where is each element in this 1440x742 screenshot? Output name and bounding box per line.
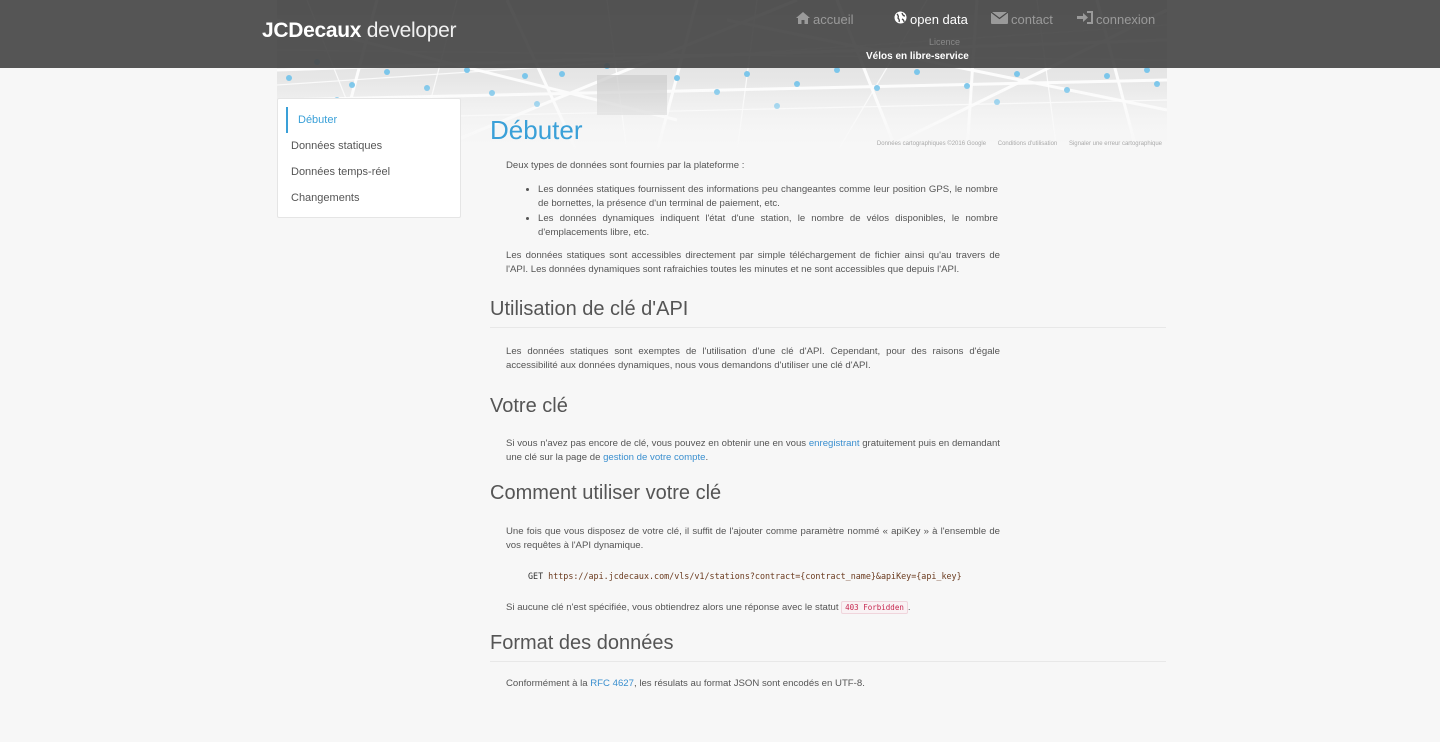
rfc-4627-link[interactable]: RFC 4627 bbox=[590, 678, 634, 689]
submenu-velos-libre-service[interactable]: Vélos en libre-service bbox=[866, 51, 969, 62]
heading-votre-cle: Votre clé bbox=[490, 394, 568, 417]
format-text-2: , les résulats au format JSON sont encod… bbox=[633, 678, 865, 689]
globe-icon bbox=[894, 11, 907, 27]
nav-accueil-label: accueil bbox=[813, 11, 854, 27]
brand-bold: JCDecaux bbox=[262, 19, 362, 42]
votre-cle-text-1: Si vous n'avez pas encore de clé, vous p… bbox=[506, 437, 809, 449]
list-item: Les données statiques fournissent des in… bbox=[538, 183, 998, 212]
nav-connexion-label: connexion bbox=[1096, 11, 1156, 27]
sidebar-item-donnees-statiques[interactable]: Données statiques bbox=[278, 133, 460, 159]
no-key-text-1: Si aucune clé n'est spécifiée, vous obti… bbox=[506, 601, 842, 613]
home-icon bbox=[796, 11, 810, 27]
data-types-list: Les données statiques fournissent des in… bbox=[538, 183, 998, 241]
access-text: Les données statiques sont accessibles d… bbox=[506, 249, 1000, 276]
nav-accueil[interactable]: accueil bbox=[796, 10, 853, 28]
code-method: GET bbox=[528, 570, 549, 581]
nav-open-data[interactable]: open data bbox=[894, 10, 968, 28]
heading-comment-utiliser: Comment utiliser votre clé bbox=[490, 481, 722, 504]
status-403-code: 403 Forbidden bbox=[841, 600, 908, 614]
comment-text: Une fois que vous disposez de votre clé,… bbox=[506, 525, 1000, 552]
brand-logo[interactable]: JCDecaux developer bbox=[262, 19, 457, 43]
no-key-text-2: . bbox=[907, 601, 911, 613]
page-title: Débuter bbox=[490, 115, 583, 145]
no-key-text: Si aucune clé n'est spécifiée, vous obti… bbox=[490, 600, 1000, 616]
cle-api-text: Les données statiques sont exemptes de l… bbox=[506, 345, 1000, 372]
format-text-1: Conformément à la bbox=[506, 678, 591, 689]
account-management-link[interactable]: gestion de votre compte bbox=[603, 452, 705, 463]
top-navbar: JCDecaux developer accueil open data con… bbox=[0, 0, 1440, 68]
nav-open-data-label: open data bbox=[910, 11, 968, 27]
heading-utilisation-cle-api: Utilisation de clé d'API bbox=[490, 298, 1166, 328]
main-content: Débuter Deux types de données sont fourn… bbox=[490, 113, 1166, 692]
heading-format-donnees: Format des données bbox=[490, 632, 1166, 662]
code-example: GET https://api.jcdecaux.com/vls/v1/stat… bbox=[490, 571, 1166, 581]
sidebar-item-changements[interactable]: Changements bbox=[278, 185, 460, 211]
list-item: Les données dynamiques indiquent l'état … bbox=[538, 212, 998, 241]
sidebar-item-donnees-temps-reel[interactable]: Données temps-réel bbox=[278, 159, 460, 185]
votre-cle-text-3: . bbox=[705, 452, 709, 463]
nav-connexion[interactable]: connexion bbox=[1077, 10, 1155, 28]
intro-text: Deux types de données sont fournies par … bbox=[506, 160, 745, 171]
format-text: Conformément à la RFC 4627, les résulats… bbox=[490, 677, 1000, 692]
sign-in-icon bbox=[1077, 11, 1093, 27]
nav-contact-label: contact bbox=[1011, 11, 1053, 27]
nav-contact[interactable]: contact bbox=[990, 10, 1053, 28]
submenu-licence[interactable]: Licence bbox=[929, 37, 960, 47]
sidebar-nav: Débuter Données statiques Données temps-… bbox=[277, 98, 461, 218]
register-link[interactable]: enregistrant bbox=[809, 438, 860, 449]
code-url: https://api.jcdecaux.com/vls/v1/stations… bbox=[548, 570, 962, 581]
envelope-icon bbox=[990, 11, 1009, 27]
sidebar-item-debuter[interactable]: Débuter bbox=[286, 107, 460, 133]
brand-light: developer bbox=[361, 19, 457, 42]
votre-cle-text: Si vous n'avez pas encore de clé, vous p… bbox=[490, 437, 1000, 466]
